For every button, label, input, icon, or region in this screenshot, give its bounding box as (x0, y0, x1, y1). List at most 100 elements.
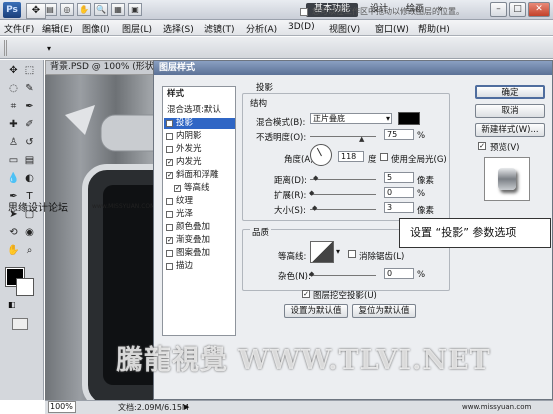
opacity-slider-thumb[interactable]: ▲ (359, 136, 366, 143)
menu-filter[interactable]: 滤镜(T) (204, 22, 235, 35)
styles-header[interactable]: 样式 (164, 89, 235, 100)
menu-file[interactable]: 文件(F) (4, 22, 34, 35)
screen-mode-icon[interactable]: ▣ (128, 3, 142, 16)
menu-3d[interactable]: 3D(D) (288, 22, 315, 32)
distance-field[interactable]: 5 (384, 172, 414, 183)
style-item[interactable]: 颜色叠加 (164, 222, 235, 233)
style-item[interactable]: ✓ 渐变叠加 (164, 235, 235, 246)
noise-slider-thumb[interactable]: ◆ (309, 271, 316, 278)
style-item-checkbox[interactable] (166, 263, 173, 270)
opacity-field[interactable]: 75 (384, 129, 414, 140)
cancel-button[interactable]: 取消 (475, 104, 545, 118)
status-arrow-icon[interactable]: ▶ (184, 403, 189, 411)
quick-select-tool-icon[interactable]: ✎ (22, 82, 37, 96)
global-light-checkbox[interactable] (380, 153, 388, 161)
size-field[interactable]: 3 (384, 202, 414, 213)
contour-picker[interactable] (310, 241, 334, 263)
style-item-checkbox[interactable]: ✓ (166, 159, 173, 166)
distance-slider-thumb[interactable]: ◆ (313, 175, 320, 182)
style-item-checkbox[interactable]: ✓ (166, 172, 173, 179)
angle-dial[interactable] (310, 144, 332, 166)
move-tool-icon[interactable]: ✥ (6, 64, 21, 78)
blend-mode-select[interactable]: 正片叠底 ▾ (310, 113, 392, 124)
blur-tool-icon[interactable]: 💧 (6, 172, 21, 186)
maximize-button[interactable]: □ (509, 2, 526, 17)
zoom-level-icon[interactable]: ◎ (60, 3, 74, 16)
blend-options-item[interactable]: 混合选项:默认 (164, 105, 235, 116)
style-item-checkbox[interactable]: ✓ (166, 237, 173, 244)
menu-view[interactable]: 视图(V) (329, 22, 360, 35)
menu-image[interactable]: 图像(I) (82, 22, 110, 35)
style-item-checkbox[interactable] (166, 211, 173, 218)
hand-tool-icon[interactable]: ✋ (77, 3, 91, 16)
shadow-color-swatch[interactable] (398, 112, 420, 125)
show-transform-checkbox[interactable] (300, 8, 308, 16)
spread-field[interactable]: 0 (384, 187, 414, 198)
style-item-checkbox[interactable] (166, 198, 173, 205)
style-item-checkbox[interactable] (166, 133, 173, 140)
brush-tool-icon[interactable]: ✐ (22, 118, 37, 132)
antialias-checkbox[interactable] (348, 250, 356, 258)
style-item-checkbox[interactable] (166, 146, 173, 153)
style-item-checkbox[interactable] (166, 224, 173, 231)
history-brush-tool-icon[interactable]: ↺ (22, 136, 37, 150)
close-button[interactable]: ✕ (528, 2, 550, 17)
spread-slider[interactable] (310, 194, 376, 195)
menu-analysis[interactable]: 分析(A) (246, 22, 277, 35)
ok-button[interactable]: 确定 (475, 85, 545, 99)
menu-help[interactable]: 帮助(H) (418, 22, 450, 35)
style-item-checkbox[interactable] (166, 250, 173, 257)
background-color-swatch[interactable] (16, 278, 34, 296)
3d-rotate-tool-icon[interactable]: ⟲ (6, 226, 21, 240)
3d-camera-tool-icon[interactable]: ◉ (22, 226, 37, 240)
size-slider[interactable] (310, 209, 376, 210)
style-item-checkbox[interactable]: ✓ (166, 120, 173, 127)
angle-field[interactable]: 118 (338, 151, 364, 162)
preset-dropdown-icon[interactable]: ▾ (47, 44, 51, 53)
clone-stamp-tool-icon[interactable]: ♙ (6, 136, 21, 150)
style-item[interactable]: ✓ 投影 (164, 118, 235, 129)
zoom-tool-icon[interactable]: 🔍 (94, 3, 108, 16)
quick-mask-icon[interactable] (12, 318, 28, 330)
hand-tool-icon[interactable]: ✋ (6, 244, 21, 258)
arrange-documents-icon[interactable]: ▦ (111, 3, 125, 16)
minimize-button[interactable]: – (490, 2, 507, 17)
preview-checkbox[interactable]: ✓ (478, 142, 486, 150)
style-item[interactable]: ✓ 等高线 (164, 183, 235, 194)
style-item-checkbox[interactable]: ✓ (174, 185, 181, 192)
style-item[interactable]: 外发光 (164, 144, 235, 155)
spread-slider-thumb[interactable]: ◆ (309, 190, 316, 197)
menu-layer[interactable]: 图层(L) (122, 22, 152, 35)
gradient-tool-icon[interactable]: ▤ (22, 154, 37, 168)
style-item[interactable]: 光泽 (164, 209, 235, 220)
noise-field[interactable]: 0 (384, 268, 414, 279)
noise-slider[interactable] (310, 275, 376, 276)
eraser-tool-icon[interactable]: ▭ (6, 154, 21, 168)
size-slider-thumb[interactable]: ◆ (312, 205, 319, 212)
healing-brush-tool-icon[interactable]: ✚ (6, 118, 21, 132)
style-item[interactable]: 图案叠加 (164, 248, 235, 259)
default-colors-icon[interactable]: ◧ (8, 300, 16, 309)
marquee-tool-icon[interactable]: ⬚ (22, 64, 37, 78)
knockout-checkbox[interactable]: ✓ (302, 290, 310, 298)
style-item[interactable]: 纹理 (164, 196, 235, 207)
reset-default-button[interactable]: 复位为默认值 (352, 304, 416, 318)
make-default-button[interactable]: 设置为默认值 (284, 304, 348, 318)
eyedropper-tool-icon[interactable]: ✒ (22, 100, 37, 114)
style-item[interactable]: ✓ 斜面和浮雕 (164, 170, 235, 181)
new-style-button[interactable]: 新建样式(W)... (475, 123, 545, 137)
opacity-slider[interactable] (310, 136, 376, 137)
menu-window[interactable]: 窗口(W) (375, 22, 409, 35)
lasso-tool-icon[interactable]: ◌ (6, 82, 21, 96)
dodge-tool-icon[interactable]: ◐ (22, 172, 37, 186)
style-item[interactable]: 描边 (164, 261, 235, 272)
menu-select[interactable]: 选择(S) (163, 22, 194, 35)
style-item[interactable]: ✓ 内发光 (164, 157, 235, 168)
zoom-field[interactable]: 100% (48, 401, 76, 413)
zoom-tool-icon[interactable]: ⌕ (22, 244, 37, 258)
move-tool-preset-icon[interactable]: ✥ (26, 3, 46, 19)
contour-dropdown-icon[interactable]: ▾ (336, 247, 340, 256)
style-item[interactable]: 内阴影 (164, 131, 235, 142)
crop-tool-icon[interactable]: ⌗ (6, 100, 21, 114)
menu-edit[interactable]: 编辑(E) (42, 22, 73, 35)
